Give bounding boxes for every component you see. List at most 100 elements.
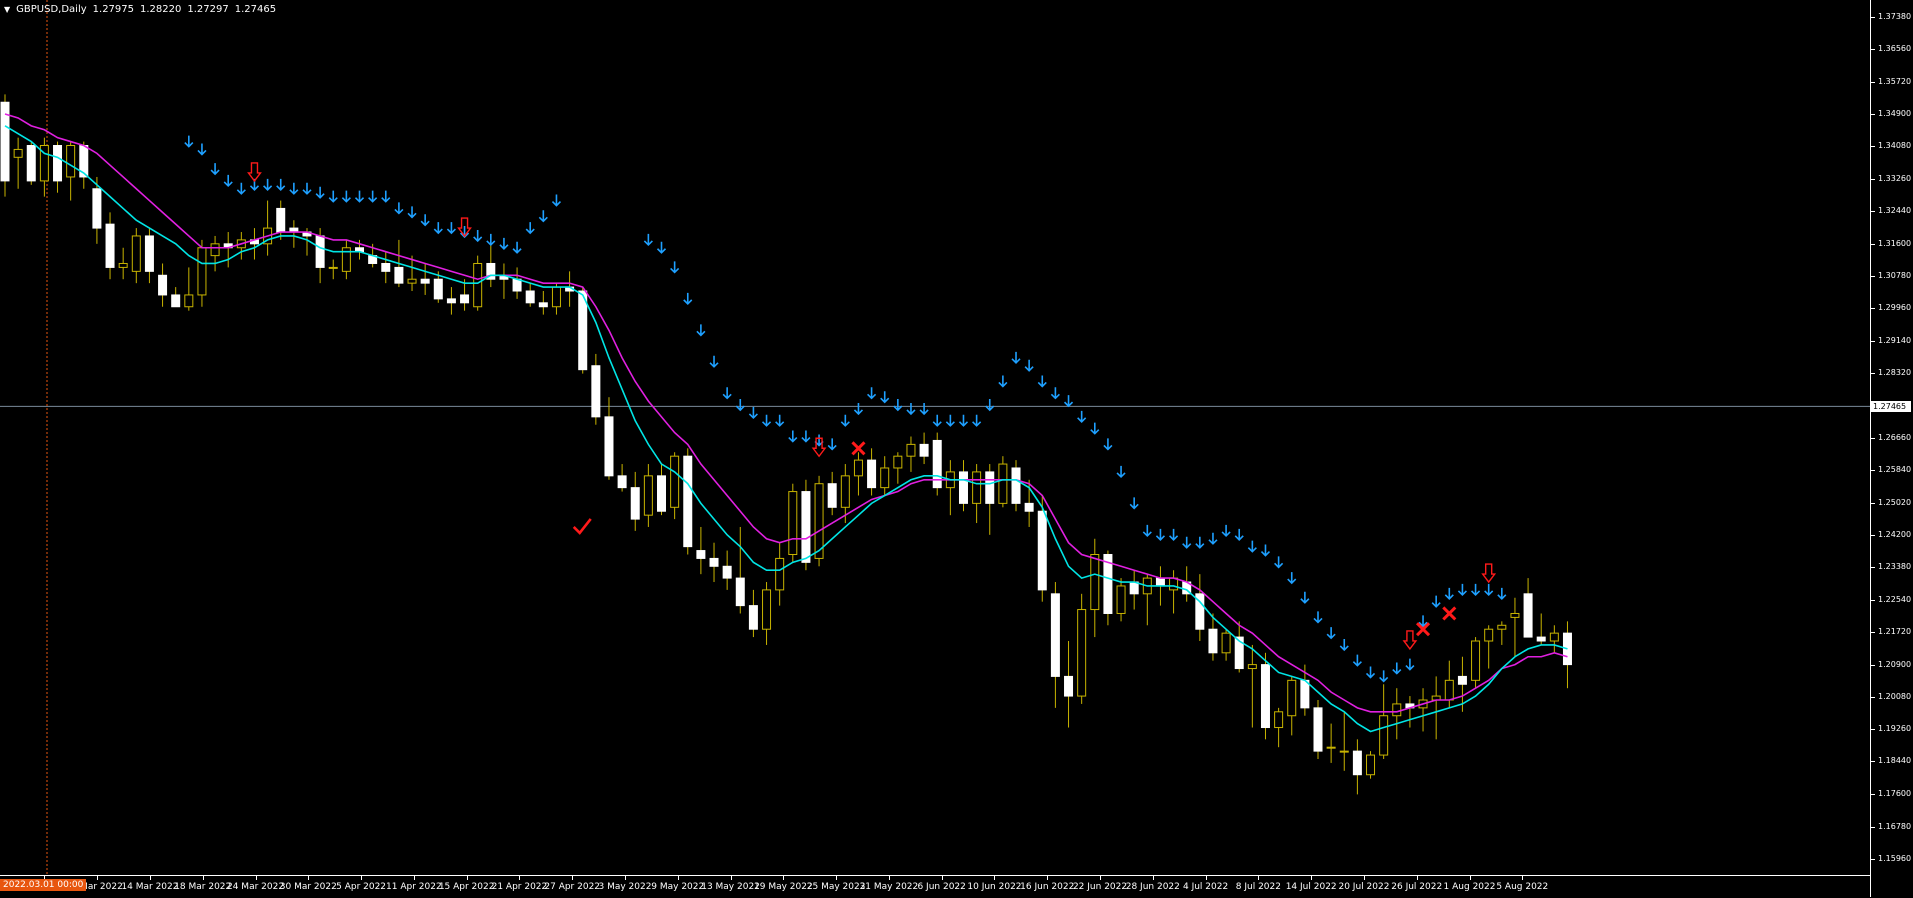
down-arrow-icon [315, 186, 325, 199]
price-axis[interactable]: 1.37380 1.36560 1.35720 1.34900 1.34080 1.332… [1870, 0, 1913, 897]
down-arrow-icon [1431, 595, 1441, 608]
ohlc-low: 1.27297 [187, 4, 229, 15]
check-mark-icon [572, 518, 592, 535]
candle-body [13, 148, 23, 158]
down-arrow-icon [223, 174, 233, 188]
price-tick-label: 1.34080 [1878, 141, 1912, 151]
down-arrow-icon [184, 135, 194, 148]
time-tick-label: 5 Aug 2022 [1496, 882, 1549, 892]
candle-body [1471, 640, 1481, 681]
price-tick-label: 1.36560 [1878, 43, 1912, 53]
candle-body [118, 262, 128, 268]
candle-body [538, 302, 548, 308]
time-tick-label: 6 Jun 2022 [917, 882, 966, 892]
down-arrow-icon [827, 438, 837, 451]
down-arrow-icon [1103, 438, 1113, 451]
price-tick-label: 1.32440 [1878, 205, 1912, 215]
down-arrow-icon [276, 178, 286, 191]
candle-body [131, 235, 141, 272]
candle-body [919, 443, 929, 457]
down-arrow-icon [499, 237, 509, 250]
down-arrow-icon [761, 414, 772, 427]
candle-body [801, 491, 811, 563]
price-chart[interactable] [0, 0, 1870, 875]
ohlc-close: 1.27465 [234, 4, 277, 15]
down-arrow-icon [670, 261, 680, 274]
price-tick-label: 1.29960 [1878, 303, 1912, 313]
price-tick-label: 1.34900 [1878, 109, 1912, 119]
chart-area[interactable] [0, 0, 1870, 875]
down-arrow-icon [551, 194, 562, 207]
time-tick-label: 13 May 2022 [701, 882, 760, 892]
down-arrow-icon [867, 387, 877, 400]
candle-body [630, 487, 640, 520]
down-arrow-icon [1221, 524, 1231, 538]
down-arrow-icon [538, 210, 548, 223]
down-arrow-icon [341, 190, 351, 203]
ma-fast-line [4, 125, 1568, 733]
candle-body [1011, 467, 1021, 504]
candle-body [525, 290, 535, 304]
down-arrow-icon [1195, 536, 1205, 549]
candle-body [1326, 746, 1336, 749]
down-arrow-icon [853, 402, 864, 416]
time-tick-label: 19 May 2022 [754, 882, 813, 892]
time-axis[interactable]: 2 Mar 20228 Mar 202214 Mar 202218 Mar 20… [0, 875, 1870, 898]
candle-body [66, 145, 76, 178]
down-arrow-icon [1129, 497, 1139, 510]
candle-body [1457, 675, 1467, 685]
time-tick-label: 9 May 2022 [651, 882, 705, 892]
down-arrow-icon [932, 414, 942, 427]
down-arrow-icon [1182, 536, 1192, 549]
candle-body [1300, 679, 1310, 709]
down-arrow-icon [1497, 587, 1507, 600]
candle-body [394, 266, 404, 284]
price-tick-label: 1.15960 [1878, 853, 1912, 863]
down-arrow-icon [1300, 591, 1310, 604]
candle-body [473, 262, 483, 308]
candle-body [26, 145, 36, 182]
down-arrow-icon [748, 406, 758, 420]
candle-body [958, 471, 968, 504]
candle-body [643, 475, 653, 516]
candle-body [578, 290, 588, 371]
candle-body [1497, 624, 1507, 630]
down-arrow-icon [696, 324, 706, 337]
down-arrow-icon [1444, 587, 1454, 600]
down-arrow-icon [1050, 387, 1060, 400]
candle-body [551, 286, 561, 308]
candle-body [604, 416, 614, 477]
sell-signal-arrow-icon [247, 162, 262, 183]
down-arrow-icon [1063, 395, 1074, 408]
down-arrow-icon [1352, 654, 1362, 667]
down-arrow-icon [263, 178, 273, 191]
time-tick-label: 16 Jun 2022 [1020, 882, 1075, 892]
price-tick-label: 1.17600 [1878, 789, 1912, 799]
price-tick-label: 1.30780 [1878, 271, 1912, 281]
down-arrow-icon [788, 430, 798, 443]
down-arrow-icon [1274, 556, 1284, 569]
down-arrow-icon [1090, 422, 1100, 435]
down-arrow-icon [1234, 528, 1244, 541]
candle-body [775, 557, 785, 591]
candle-body [709, 557, 719, 567]
down-arrow-icon [919, 402, 929, 416]
down-arrow-icon [683, 292, 693, 306]
candle-body [998, 463, 1008, 504]
down-arrow-icon [420, 214, 430, 227]
time-tick-label: 10 Jun 2022 [967, 882, 1022, 892]
price-tick-label: 1.20080 [1878, 691, 1912, 701]
sell-signal-arrow-icon [1402, 630, 1418, 651]
down-arrow-icon [1011, 351, 1021, 364]
candle-body [210, 243, 220, 257]
candle-body [1050, 593, 1060, 677]
price-tick-label: 1.20900 [1878, 659, 1912, 669]
time-tick-label: 14 Mar 2022 [121, 882, 179, 892]
collapse-triangle-icon[interactable]: ▼ [4, 5, 10, 14]
time-tick-label: 30 Mar 2022 [279, 882, 337, 892]
time-tick-label: 27 Apr 2022 [544, 882, 601, 892]
candle-body [657, 475, 666, 512]
down-arrow-icon [1365, 666, 1376, 679]
candle-body [985, 471, 995, 504]
price-tick-label: 1.21720 [1878, 627, 1912, 637]
